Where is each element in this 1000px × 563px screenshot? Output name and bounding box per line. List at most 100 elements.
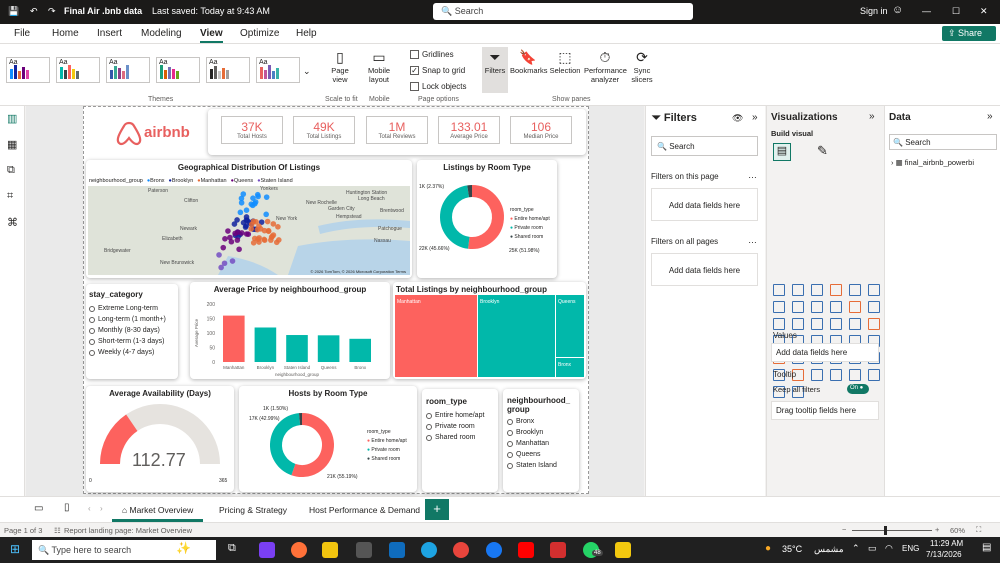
neighbourhood-slicer[interactable]: neighbourhood_ group Bronx Brooklyn Manh… <box>503 389 579 492</box>
dax-view-icon[interactable]: ⌗ <box>7 190 13 203</box>
kpi-avg-price[interactable]: 133.01 Average Price <box>438 116 500 144</box>
nbhd-option-5[interactable]: Staten Island <box>507 462 579 469</box>
tab-market-overview[interactable]: ⌂ Market Overview <box>112 497 204 522</box>
battery-icon[interactable]: ▭ <box>868 543 877 554</box>
file-explorer-icon[interactable] <box>322 542 338 558</box>
build-visual-icon[interactable]: ▤ <box>773 143 791 161</box>
lock-checkbox[interactable]: Lock objects <box>410 82 466 91</box>
table-node[interactable]: › ▦ final_airbnb_powerbi <box>891 158 974 167</box>
visual-type-icon[interactable] <box>849 284 861 296</box>
listings-treemap[interactable]: Total Listings by neighbourhood_group Ma… <box>393 282 586 379</box>
minimize-icon[interactable]: — <box>922 6 931 16</box>
kpi-median-price[interactable]: 106 Median Price <box>510 116 572 144</box>
theme-2[interactable]: Aa <box>56 57 100 83</box>
treemap-queens[interactable]: Queens <box>556 295 584 357</box>
mobile-view-icon[interactable]: ▯ <box>64 502 70 513</box>
edge-icon[interactable] <box>421 542 437 558</box>
theme-6[interactable]: Aa <box>256 57 300 83</box>
youtube-icon[interactable] <box>518 542 534 558</box>
collapse-pane-icon[interactable]: » <box>752 112 758 123</box>
treemap-manhattan[interactable]: Manhattan <box>395 295 477 377</box>
menu-modeling[interactable]: Modeling <box>141 28 182 39</box>
data-search[interactable]: 🔍 Search <box>889 134 997 150</box>
theme-5[interactable]: Aa <box>206 57 250 83</box>
all-pages-filter-well[interactable]: Add data fields here <box>651 253 758 286</box>
fit-page-icon[interactable]: ⛶ <box>976 525 981 535</box>
signin-link[interactable]: Sign in <box>860 6 888 16</box>
format-visual-icon[interactable]: ✎ <box>817 143 828 159</box>
language[interactable]: ENG <box>902 544 919 553</box>
visual-type-icon[interactable] <box>830 369 842 381</box>
desktop-view-icon[interactable]: ▭ <box>34 503 43 514</box>
firefox-icon[interactable] <box>291 542 307 558</box>
map-area[interactable]: Paterson Yonkers New Rochelle Clifton Newark… <box>88 186 410 275</box>
visual-type-icon[interactable] <box>773 284 785 296</box>
tray-chevron-icon[interactable]: ⌃ <box>852 543 860 554</box>
nbhd-option-1[interactable]: Bronx <box>507 418 579 425</box>
filters-search[interactable]: 🔍 Search <box>651 136 758 156</box>
menu-view[interactable]: View <box>200 28 223 43</box>
page-view-button[interactable]: ▯ Page view <box>326 49 354 84</box>
visual-type-icon[interactable] <box>792 284 804 296</box>
visual-type-icon[interactable] <box>811 369 823 381</box>
save-icon[interactable]: 💾 <box>8 6 19 17</box>
map-visual[interactable]: Geographical Distribution Of Listings ne… <box>86 160 412 278</box>
zoom-thumb[interactable] <box>884 526 887 535</box>
room-option-3[interactable]: Shared room <box>426 434 498 441</box>
search-box[interactable]: 🔍 Search <box>433 3 693 20</box>
zoom-slider[interactable] <box>852 530 932 531</box>
table-view-icon[interactable]: ▦ <box>7 138 17 151</box>
visual-type-icon[interactable] <box>868 284 880 296</box>
gridlines-checkbox[interactable]: Gridlines <box>410 50 454 59</box>
mail-icon[interactable] <box>389 542 405 558</box>
kpi-reviews[interactable]: 1M Total Reviews <box>366 116 428 144</box>
share-button[interactable]: ⇪ Share <box>942 26 996 41</box>
visual-type-icon[interactable] <box>773 301 785 313</box>
store-icon[interactable] <box>356 542 372 558</box>
visual-type-icon[interactable] <box>811 318 823 330</box>
visual-type-icon[interactable] <box>868 369 880 381</box>
powerbi-icon[interactable] <box>615 542 631 558</box>
visual-type-icon[interactable] <box>792 318 804 330</box>
stay-category-slicer[interactable]: stay_category Extreme Long-term Long-ter… <box>86 284 178 379</box>
hosts-room-donut[interactable]: Hosts by Room Type 1K (1.50%) 17K (42.99… <box>239 386 417 492</box>
tab-host-performance[interactable]: Host Performance & Demand <box>299 497 430 522</box>
values-well[interactable]: Add data fields here <box>771 343 879 362</box>
snap-checkbox[interactable]: ✓ Snap to grid <box>410 66 465 75</box>
nbhd-option-2[interactable]: Brooklyn <box>507 429 579 436</box>
nbhd-option-3[interactable]: Manhattan <box>507 440 579 447</box>
collapse-pane-icon[interactable]: » <box>987 111 993 122</box>
avg-price-bar-chart[interactable]: Average Price by neighbourhood_group 200… <box>190 282 390 379</box>
selection-pane-button[interactable]: ⬚ Selection <box>548 49 582 75</box>
tmdl-view-icon[interactable]: ⌘ <box>7 216 18 229</box>
listings-room-donut[interactable]: Listings by Room Type 1K (2.37%) 22K (45… <box>417 160 557 278</box>
avatar-icon[interactable]: ☺ <box>892 4 903 16</box>
add-page-button[interactable]: + <box>425 499 449 520</box>
tab-prev-icon[interactable]: ‹ <box>88 504 91 513</box>
visual-type-icon[interactable] <box>830 301 842 313</box>
kpi-listings[interactable]: 49K Total Listings <box>293 116 355 144</box>
bookmarks-pane-button[interactable]: 🔖 Bookmarks <box>510 49 548 75</box>
stay-option-1[interactable]: Extreme Long-term <box>89 305 178 312</box>
menu-optimize[interactable]: Optimize <box>240 28 279 39</box>
tab-next-icon[interactable]: › <box>100 504 103 513</box>
page-filter-well[interactable]: Add data fields here <box>651 188 758 221</box>
maximize-icon[interactable]: ☐ <box>952 6 960 17</box>
collapse-pane-icon[interactable]: » <box>869 111 875 122</box>
nbhd-option-4[interactable]: Queens <box>507 451 579 458</box>
mobile-layout-button[interactable]: ▭ Mobile layout <box>364 49 394 84</box>
sync-slicers-button[interactable]: ⟳ Sync slicers <box>628 49 656 84</box>
treemap-bronx[interactable]: Bronx <box>556 358 584 377</box>
tooltip-well[interactable]: Drag tooltip fields here <box>771 401 879 420</box>
keep-filters-toggle[interactable]: On ● <box>847 384 869 394</box>
menu-file[interactable]: File <box>14 28 30 39</box>
room-option-2[interactable]: Private room <box>426 423 498 430</box>
stay-option-5[interactable]: Weekly (4-7 days) <box>89 349 178 356</box>
room-type-slicer[interactable]: room_type Entire home/apt Private room S… <box>422 389 498 492</box>
themes-dropdown-icon[interactable]: ⌄ <box>303 66 311 77</box>
more-options-icon[interactable]: … <box>748 235 757 245</box>
visual-type-icon[interactable] <box>792 301 804 313</box>
stay-option-4[interactable]: Short-term (1-3 days) <box>89 338 178 345</box>
stay-option-3[interactable]: Monthly (8-30 days) <box>89 327 178 334</box>
room-option-1[interactable]: Entire home/apt <box>426 412 498 419</box>
